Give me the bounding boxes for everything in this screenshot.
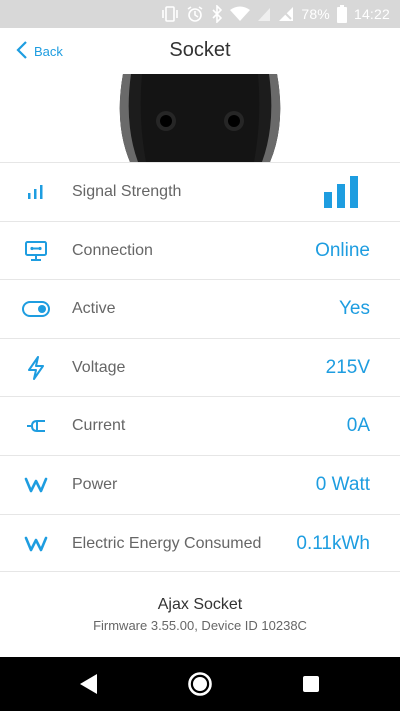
row-label: Signal Strength (72, 183, 182, 200)
energy-value: 0.11kWh (296, 532, 370, 554)
battery-icon (336, 5, 347, 23)
wifi-icon (230, 6, 251, 22)
row-active[interactable]: Active Yes (0, 279, 400, 338)
property-list: Signal Strength Connection Online Active… (0, 162, 400, 573)
voltage-value: 215V (325, 356, 370, 378)
row-energy-consumed[interactable]: Electric Energy Consumed 0.11kWh (0, 513, 400, 573)
system-nav-bar (0, 657, 400, 711)
signal-icon (257, 6, 271, 22)
connection-value: Online (315, 239, 370, 261)
device-info: Firmware 3.55.00, Device ID 10238C (93, 618, 307, 633)
clock: 14:22 (353, 6, 390, 22)
nav-back-button[interactable] (76, 671, 102, 697)
triangle-back-icon (80, 674, 97, 694)
no-signal-icon (278, 6, 294, 22)
row-voltage[interactable]: Voltage 215V (0, 337, 400, 397)
active-value: Yes (339, 298, 370, 320)
status-bar: 78% 14:22 (0, 0, 400, 28)
row-connection[interactable]: Connection Online (0, 220, 400, 280)
square-recents-icon (303, 676, 319, 692)
row-current[interactable]: Current 0A (0, 396, 400, 455)
bluetooth-icon (211, 5, 223, 23)
row-signal-strength[interactable]: Signal Strength (0, 162, 400, 221)
connection-icon (22, 237, 50, 265)
signal-strength-value (324, 176, 360, 213)
row-power[interactable]: Power 0 Watt (0, 454, 400, 514)
status-icons: 78% 14:22 (161, 0, 390, 28)
row-label: Current (72, 417, 126, 435)
lightning-icon (22, 354, 50, 382)
power-value: 0 Watt (315, 473, 370, 495)
circle-home-icon (188, 672, 212, 696)
battery-percent: 78% (301, 6, 330, 22)
device-footer: Ajax Socket Firmware 3.55.00, Device ID … (0, 580, 400, 656)
current-value: 0A (346, 415, 370, 437)
watt-icon (22, 471, 50, 499)
signal-bars-icon (22, 178, 50, 206)
row-label: Connection (72, 241, 153, 259)
device-name: Ajax Socket (157, 596, 243, 613)
socket-illustration (119, 74, 281, 162)
plug-icon (22, 412, 50, 440)
nav-bar: Back Socket (0, 28, 400, 74)
alarm-icon (186, 5, 204, 23)
toggle-icon (22, 295, 50, 323)
device-image (0, 74, 400, 162)
page-title: Socket (169, 39, 231, 61)
nav-home-button[interactable] (186, 671, 212, 697)
row-label: Power (72, 475, 118, 493)
row-label: Electric Energy Consumed (72, 534, 262, 552)
watt-icon (22, 530, 50, 558)
nav-recents-button[interactable] (298, 671, 324, 697)
vibrate-icon (161, 6, 179, 22)
row-label: Voltage (72, 358, 126, 376)
row-label: Active (72, 300, 116, 318)
